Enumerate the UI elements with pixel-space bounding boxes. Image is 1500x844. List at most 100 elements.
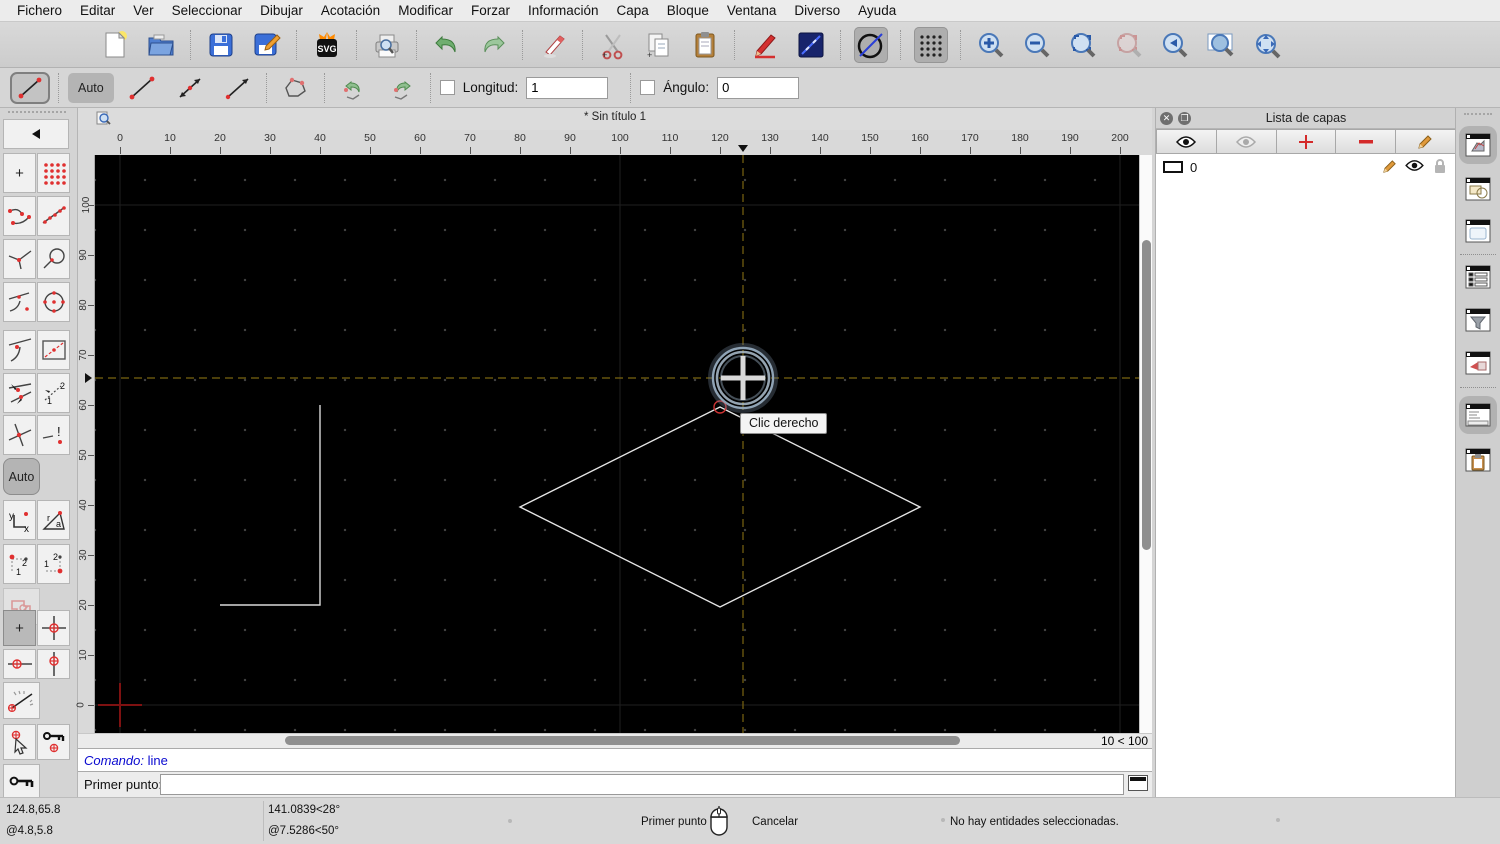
snap-intersection-button[interactable] <box>3 415 36 455</box>
snap-on-entity-button[interactable] <box>37 196 70 236</box>
length-input[interactable] <box>526 76 609 99</box>
delete-entities-button[interactable] <box>536 27 570 63</box>
menu-item[interactable]: Editar <box>71 3 124 18</box>
layer-color-swatch[interactable] <box>1163 161 1183 173</box>
set-relative-zero-button[interactable]: + <box>3 610 36 646</box>
show-all-layers-button[interactable] <box>1156 129 1217 154</box>
menu-item[interactable]: Diverso <box>785 3 849 18</box>
snap-nearest-button[interactable] <box>3 282 36 322</box>
zoom-auto-button[interactable] <box>1066 27 1100 63</box>
coord-relative-button[interactable]: 12 <box>3 544 36 584</box>
menu-item[interactable]: Dibujar <box>251 3 312 18</box>
paste-button[interactable] <box>688 27 722 63</box>
lock-layer-button[interactable] <box>3 764 40 798</box>
menu-item[interactable]: Fichero <box>8 3 71 18</box>
new-document-button[interactable] <box>98 27 132 63</box>
snap-center-button[interactable] <box>37 282 70 322</box>
document-titlebar[interactable]: * Sin título 1 <box>78 108 1152 131</box>
line-tool-active-button[interactable] <box>10 71 50 104</box>
pen-settings-button[interactable] <box>748 27 782 63</box>
draw-circle-line-button[interactable] <box>854 26 888 63</box>
zoom-redraw-button[interactable] <box>1112 27 1146 63</box>
menu-item[interactable]: Bloque <box>658 3 718 18</box>
library-browser-dock-icon[interactable] <box>1463 216 1493 246</box>
snap-tangent-button[interactable] <box>37 239 70 279</box>
redo-segment-button[interactable] <box>382 72 422 104</box>
clipboard-dock-icon[interactable] <box>1463 445 1493 475</box>
auto-mode-button[interactable]: Auto <box>68 72 114 103</box>
snap-auto-button[interactable]: Auto <box>3 458 40 495</box>
horizontal-scrollbar[interactable]: 10 < 100 <box>78 733 1152 748</box>
print-preview-button[interactable] <box>370 27 404 63</box>
snap-intersection-manual-button[interactable] <box>3 239 36 279</box>
zoom-out-button[interactable] <box>1020 27 1054 63</box>
relative-zero-marker-button[interactable] <box>37 610 70 646</box>
command-input[interactable] <box>160 774 1124 795</box>
pick-relative-point-button[interactable] <box>3 724 36 760</box>
zoom-previous-button[interactable] <box>1158 27 1192 63</box>
menu-item[interactable]: Ayuda <box>849 3 905 18</box>
save-as-button[interactable] <box>250 27 284 63</box>
remove-layer-button[interactable] <box>1336 129 1397 154</box>
zoom-pan-button[interactable] <box>1250 27 1284 63</box>
snap-free-button[interactable]: + <box>3 153 36 193</box>
hide-all-layers-button[interactable] <box>1216 129 1277 154</box>
layer-lock-icon[interactable] <box>1434 159 1446 179</box>
entity-filter-dock-icon[interactable] <box>1463 305 1493 335</box>
draw-line-button[interactable] <box>794 27 828 63</box>
polyline-button[interactable] <box>276 72 316 104</box>
command-line-dock-icon[interactable] <box>1463 400 1493 430</box>
pen-palette-dock-icon[interactable] <box>1463 348 1493 378</box>
coord-cartesian-button[interactable]: yx <box>3 500 36 540</box>
snap-grid-button[interactable] <box>37 153 70 193</box>
snap-distance-button[interactable]: 12 <box>37 373 70 413</box>
save-button[interactable] <box>204 27 238 63</box>
layer-list-dock-icon[interactable] <box>1463 130 1493 160</box>
collapse-sidebar-button[interactable] <box>3 119 69 149</box>
snap-middle-button[interactable] <box>3 373 36 413</box>
open-file-button[interactable] <box>144 27 178 63</box>
edit-layer-button[interactable] <box>1396 129 1456 154</box>
snap-point-on-line-button[interactable] <box>3 330 36 370</box>
line-two-points-button[interactable] <box>122 72 162 104</box>
menu-item[interactable]: Acotación <box>312 3 389 18</box>
redo-button[interactable] <box>476 27 510 63</box>
menu-item[interactable]: Ver <box>124 3 162 18</box>
vertical-scrollbar-thumb[interactable] <box>1142 240 1151 550</box>
layer-row[interactable]: 0 <box>1156 158 1456 178</box>
command-window-toggle-button[interactable] <box>1128 775 1148 791</box>
drawing-canvas[interactable]: Clic derecho <box>95 155 1139 733</box>
restrict-horizontal-button[interactable] <box>3 649 36 679</box>
undo-segment-button[interactable] <box>334 72 374 104</box>
zoom-in-button[interactable] <box>974 27 1008 63</box>
snap-endpoints-button[interactable] <box>3 196 36 236</box>
menu-item[interactable]: Forzar <box>462 3 519 18</box>
angle-gauge-button[interactable] <box>3 682 40 719</box>
menu-item[interactable]: Información <box>519 3 608 18</box>
line-angle-button[interactable] <box>218 72 258 104</box>
horizontal-scrollbar-thumb[interactable] <box>285 736 960 745</box>
add-layer-button[interactable] <box>1276 129 1337 154</box>
angle-checkbox[interactable] <box>640 80 656 95</box>
entity-list-dock-icon[interactable] <box>1463 262 1493 292</box>
lock-relative-zero-button[interactable] <box>37 724 70 760</box>
restrict-vertical-button[interactable] <box>37 649 70 679</box>
coord-polar-button[interactable]: ra <box>37 500 70 540</box>
line-angle-both-button[interactable] <box>170 72 210 104</box>
length-checkbox[interactable] <box>439 80 455 95</box>
export-svg-button[interactable]: SVG <box>310 27 344 63</box>
menu-item[interactable]: Modificar <box>389 3 462 18</box>
restrict-rectangle-button[interactable] <box>37 330 70 370</box>
toggle-grid-button[interactable] <box>914 26 948 63</box>
menu-item[interactable]: Ventana <box>718 3 786 18</box>
menu-item[interactable]: Seleccionar <box>163 3 252 18</box>
undo-button[interactable] <box>430 27 464 63</box>
layer-visibility-icon[interactable] <box>1405 159 1424 177</box>
cut-button[interactable]: + <box>596 27 630 63</box>
copy-button[interactable]: + <box>642 27 676 63</box>
layer-edit-icon[interactable] <box>1382 159 1398 179</box>
menu-item[interactable]: Capa <box>608 3 658 18</box>
restrict-nothing-button[interactable]: ! <box>37 415 70 455</box>
angle-input[interactable] <box>717 76 800 99</box>
zoom-window-button[interactable] <box>1204 27 1238 63</box>
